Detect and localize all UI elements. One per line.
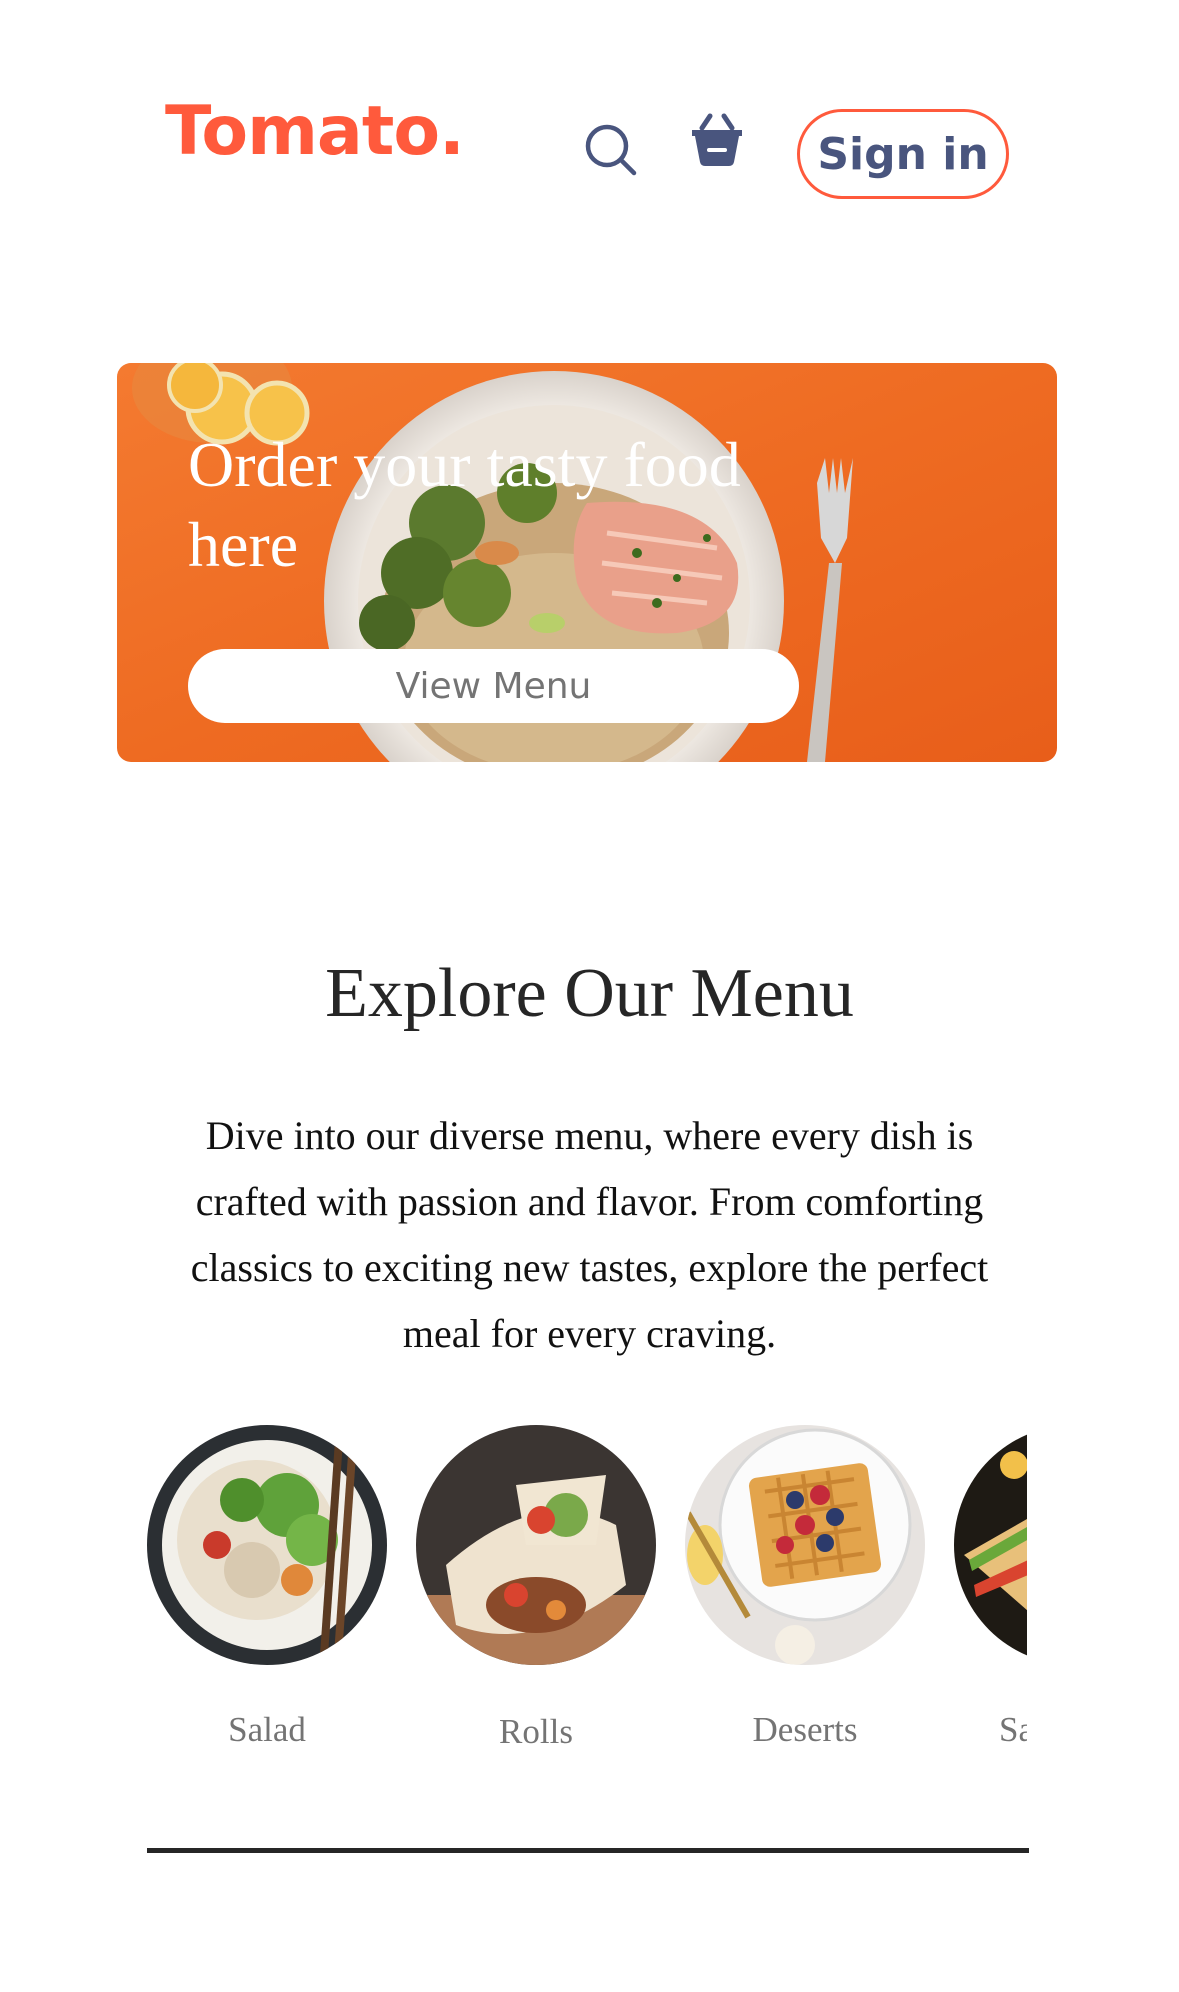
explore-menu-title: Explore Our Menu (325, 955, 854, 1032)
menu-item-salad[interactable]: Salad (147, 1425, 387, 1749)
menu-category-list[interactable]: Salad Rolls Deserts Sa (147, 1425, 1027, 1765)
deserts-image (685, 1425, 925, 1665)
menu-item-label: Sa (999, 1710, 1027, 1749)
menu-item-deserts[interactable]: Deserts (685, 1425, 925, 1749)
basket-icon[interactable] (688, 112, 746, 170)
hero-banner: Order your tasty food here View Menu (117, 363, 1057, 762)
sandwich-image (954, 1425, 1027, 1665)
logo[interactable]: Tomato. (165, 98, 465, 166)
menu-item-rolls[interactable]: Rolls (416, 1425, 656, 1751)
sign-in-button[interactable]: Sign in (797, 109, 1009, 199)
section-divider (147, 1848, 1029, 1853)
rolls-image (416, 1425, 656, 1665)
menu-item-sandwich[interactable]: Sa (954, 1425, 1027, 1749)
menu-item-label: Deserts (752, 1710, 858, 1749)
explore-menu-description: Dive into our diverse menu, where every … (190, 1113, 989, 1356)
view-menu-button[interactable]: View Menu (188, 649, 799, 723)
salad-image (147, 1425, 387, 1665)
menu-item-label: Rolls (499, 1712, 573, 1751)
search-icon[interactable] (583, 122, 639, 178)
menu-item-label: Salad (228, 1710, 306, 1749)
hero-title: Order your tasty food here (188, 429, 741, 580)
